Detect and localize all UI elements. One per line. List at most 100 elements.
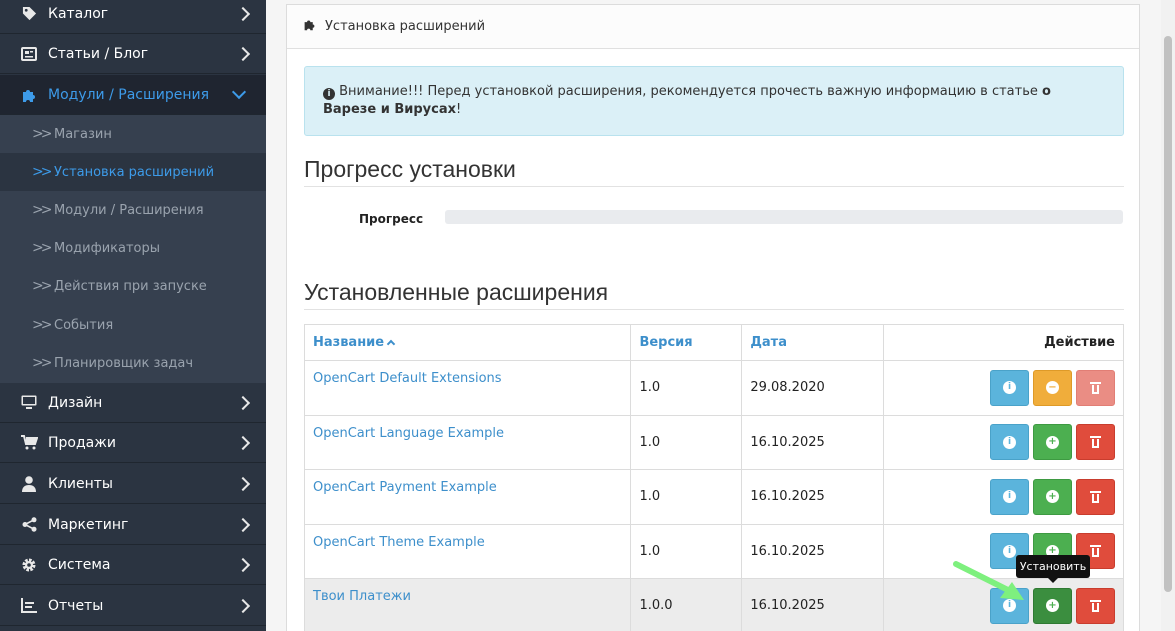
column-header-action: Действие [883,324,1124,361]
sidebar-item-label: Маркетинг [48,516,129,533]
submenu-item-label: Модификаторы [54,240,161,256]
chevron-right-icon [235,476,251,491]
alert-text: Внимание!!! Перед установкой расширения,… [339,84,1042,99]
warning-alert: i Внимание!!! Перед установкой расширени… [304,66,1124,136]
delete-button[interactable] [1076,424,1115,461]
newspaper-icon [20,45,38,63]
extension-date: 29.08.2020 [741,360,885,416]
trash-icon [1090,545,1101,558]
plus-circle-icon: + [1046,435,1059,449]
submenu-item-startup[interactable]: >> Действия при запуске [0,267,266,305]
extension-name-link[interactable]: Твои Платежи [303,578,632,631]
trash-icon [1090,599,1101,612]
chevron-down-icon [231,84,247,100]
sidebar-item-label: Дизайн [48,394,103,411]
submenu-item-extensions[interactable]: >> Модули / Расширения [0,191,266,229]
plus-circle-icon: + [1046,599,1059,613]
submenu-item-cron[interactable]: >> Планировщик задач [0,344,266,382]
panel-header: Установка расширений [287,5,1139,49]
info-icon: i [1003,544,1016,558]
puzzle-icon [303,18,316,35]
table-row: OpenCart Language Example 1.0 16.10.2025… [303,414,1124,470]
column-header-name[interactable]: Название [303,324,632,361]
sidebar: Каталог Статьи / Блог Модули / Расширени… [0,0,266,631]
delete-button[interactable] [1076,478,1115,515]
info-icon: i [1003,490,1016,504]
extension-name-link[interactable]: OpenCart Default Extensions [303,360,632,416]
cart-icon [20,434,38,452]
gear-icon [20,556,38,574]
double-chevron-icon: >> [32,202,53,218]
delete-button[interactable] [1076,369,1115,406]
sidebar-item-label: Каталог [48,5,109,22]
progress-label: Прогресс [359,212,424,226]
install-button[interactable]: + [1033,478,1072,515]
sidebar-item-label: Клиенты [48,475,113,492]
column-header-label: Название [313,335,385,350]
extension-date: 16.10.2025 [741,414,885,470]
plus-circle-icon: + [1046,490,1059,504]
puzzle-icon [20,86,38,104]
tag-icon [20,5,38,23]
user-icon [20,475,38,493]
sidebar-item-system[interactable]: Система [0,545,266,585]
info-circle-icon: i [323,88,335,100]
extension-version: 1.0 [630,469,743,525]
double-chevron-icon: >> [32,164,53,180]
chevron-right-icon [235,395,251,410]
double-chevron-icon: >> [32,355,53,371]
submenu-item-label: Действия при запуске [54,278,207,294]
info-button[interactable]: i [990,478,1029,515]
row-actions: i + [883,469,1124,525]
extension-name-link[interactable]: OpenCart Payment Example [303,469,632,525]
info-icon: i [1003,435,1016,449]
delete-button[interactable] [1076,587,1115,624]
uninstall-button[interactable]: − [1033,369,1072,406]
sidebar-item-modules[interactable]: Модули / Расширения [0,75,266,115]
extension-version: 1.0.0 [630,578,743,631]
chevron-right-icon [235,598,251,613]
sidebar-item-label: Продажи [48,434,116,451]
chevron-right-icon [235,435,251,450]
trash-icon [1090,490,1101,503]
progress-bar [445,210,1123,224]
column-header-version[interactable]: Версия [630,324,743,361]
extension-version: 1.0 [630,414,743,470]
info-icon: i [1003,381,1016,395]
submenu-item-events[interactable]: >> События [0,306,266,344]
sidebar-item-catalog[interactable]: Каталог [0,0,266,34]
sidebar-item-blog[interactable]: Статьи / Блог [0,34,266,74]
scrollbar-thumb[interactable] [1164,36,1172,592]
submenu-item-label: Установка расширений [54,164,215,180]
install-button[interactable]: + [1033,587,1072,624]
extension-name-link[interactable]: OpenCart Language Example [303,414,632,470]
sidebar-item-customers[interactable]: Клиенты [0,464,266,504]
submenu-item-store[interactable]: >> Магазин [0,115,266,153]
sidebar-item-sales[interactable]: Продажи [0,423,266,463]
sidebar-item-marketing[interactable]: Маркетинг [0,505,266,545]
extension-version: 1.0 [630,523,743,579]
alert-end: ! [456,102,462,117]
submenu-item-label: Планировщик задач [54,355,194,371]
page-scrollbar[interactable] [1161,0,1175,631]
sidebar-item-design[interactable]: Дизайн [0,383,266,423]
submenu-item-installer[interactable]: >> Установка расширений [0,153,266,191]
sidebar-item-reports[interactable]: Отчеты [0,586,266,626]
extension-name-link[interactable]: OpenCart Theme Example [303,523,632,579]
sidebar-item-label: Статьи / Блог [48,45,149,62]
sort-asc-icon [386,339,396,349]
submenu-item-modifications[interactable]: >> Модификаторы [0,229,266,267]
row-actions: i − [883,360,1124,416]
info-button[interactable]: i [990,369,1029,406]
trash-icon [1090,436,1101,449]
info-button[interactable]: i [990,424,1029,461]
double-chevron-icon: >> [32,317,53,333]
divider [304,186,1124,187]
installer-panel: Установка расширений i Внимание!!! Перед… [286,4,1140,631]
report-icon [20,597,38,615]
column-header-date[interactable]: Дата [741,324,885,361]
table-row: OpenCart Default Extensions 1.0 29.08.20… [303,360,1124,416]
chevron-right-icon [235,517,251,532]
install-button[interactable]: + [1033,424,1072,461]
chevron-right-icon [235,6,251,21]
